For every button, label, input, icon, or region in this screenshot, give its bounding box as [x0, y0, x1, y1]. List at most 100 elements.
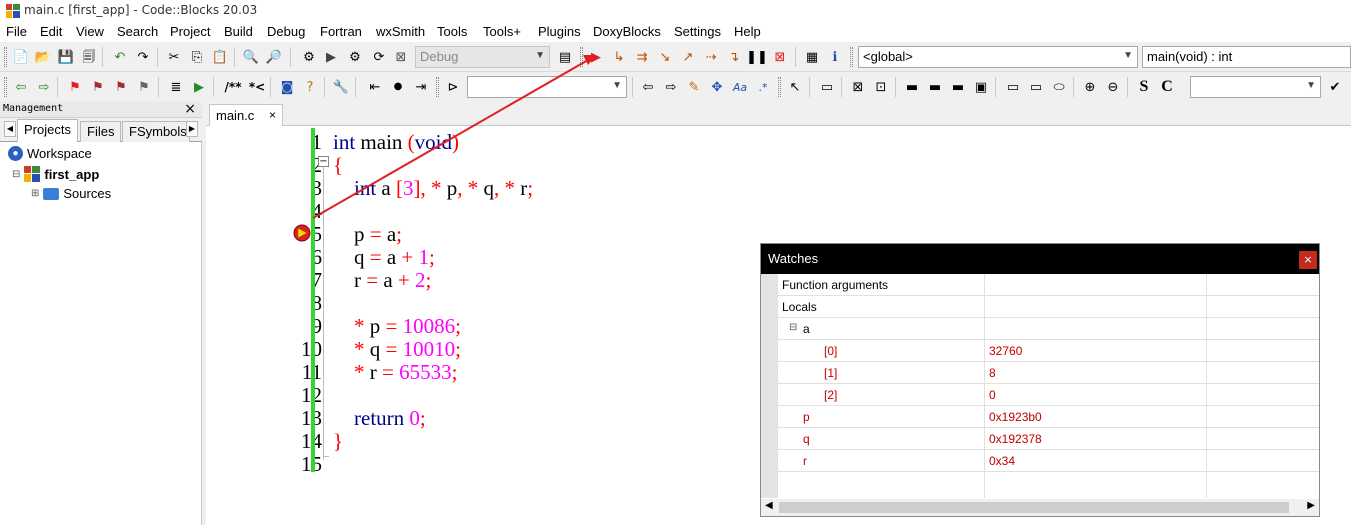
regex-icon[interactable]: .*: [754, 78, 772, 96]
rectangle-icon[interactable]: ▭: [818, 78, 836, 96]
match-case-icon[interactable]: Aa: [731, 78, 749, 96]
stop-debugger-icon[interactable]: ⊠: [771, 48, 789, 66]
pointer-icon[interactable]: ↖: [786, 78, 804, 96]
record-icon[interactable]: ●: [389, 78, 407, 96]
menu-debug[interactable]: Debug: [267, 24, 305, 39]
paste-icon[interactable]: 📋: [211, 48, 229, 66]
debugging-windows-icon[interactable]: ▦: [803, 48, 821, 66]
copy-icon[interactable]: ⎘: [188, 48, 206, 66]
breakpoint-arrow-icon[interactable]: [292, 223, 312, 243]
run-icon[interactable]: ▶: [322, 48, 340, 66]
tree-workspace[interactable]: ● Workspace: [8, 146, 92, 161]
zoom-out-icon[interactable]: ⊖: [1104, 78, 1122, 96]
step-into-icon[interactable]: ↘: [656, 48, 674, 66]
menu-search[interactable]: Search: [117, 24, 158, 39]
clear-bookmarks-icon[interactable]: ⚑: [135, 78, 153, 96]
run-doxywizard-icon[interactable]: ▶: [190, 78, 208, 96]
incremental-search-icon[interactable]: ⊳: [444, 78, 462, 96]
doxy-comment-block-button[interactable]: /**: [221, 78, 245, 96]
toolbar-grip[interactable]: [778, 77, 781, 97]
box-icon[interactable]: ▣: [972, 78, 990, 96]
scope-select[interactable]: <global> ▼: [858, 46, 1138, 68]
save-icon[interactable]: 💾: [57, 48, 75, 66]
build-target-select[interactable]: Debug ▼: [415, 46, 550, 68]
scroll-left-icon[interactable]: ◀: [765, 500, 773, 511]
c-icon[interactable]: C: [1158, 78, 1176, 96]
search-next-icon[interactable]: ⇨: [662, 78, 680, 96]
step-out-icon[interactable]: ↗: [679, 48, 697, 66]
align-icon[interactable]: ▬: [903, 78, 921, 96]
toolbar-grip[interactable]: [436, 77, 439, 97]
tab-fsymbols[interactable]: FSymbols: [122, 121, 190, 142]
highlight-icon[interactable]: ✎: [685, 78, 703, 96]
open-folder-icon[interactable]: 📂: [34, 48, 52, 66]
secondary-combo[interactable]: ▼: [1190, 76, 1321, 98]
tab-files[interactable]: Files: [80, 121, 122, 142]
watch-row[interactable]: Function arguments: [761, 274, 1319, 296]
check-icon[interactable]: ✔: [1326, 78, 1344, 96]
watch-row[interactable]: ⊟Locals: [761, 296, 1319, 318]
menu-tools[interactable]: Tools: [437, 24, 467, 39]
next-change-icon[interactable]: ⇥: [412, 78, 430, 96]
align-center-icon[interactable]: ▬: [926, 78, 944, 96]
extract-docs-icon[interactable]: ◙: [278, 78, 296, 96]
search-combo[interactable]: ▼: [467, 76, 627, 98]
tab-scroll-left-icon[interactable]: ◀: [4, 121, 16, 137]
rebuild-icon[interactable]: ⟳: [370, 48, 388, 66]
collapse-icon[interactable]: ⊟: [789, 318, 797, 340]
scrollbar-thumb[interactable]: [779, 502, 1289, 513]
tree-sources-folder[interactable]: ⊞ Sources: [31, 186, 111, 201]
menu-build[interactable]: Build: [224, 24, 253, 39]
toolbar-grip[interactable]: [850, 47, 853, 67]
redo-icon[interactable]: ↷: [134, 48, 152, 66]
menu-doxyblocks[interactable]: DoxyBlocks: [593, 24, 661, 39]
close-icon[interactable]: ×: [269, 108, 276, 122]
selected-text-only-icon[interactable]: ✥: [708, 78, 726, 96]
next-line-icon[interactable]: ⇉: [633, 48, 651, 66]
function-select[interactable]: main(void) : int: [1142, 46, 1351, 68]
menu-wxsmith[interactable]: wxSmith: [376, 24, 425, 39]
align-bottom-icon[interactable]: ▬: [949, 78, 967, 96]
zoom-in-icon[interactable]: ⊕: [1081, 78, 1099, 96]
toolbar-grip[interactable]: [4, 47, 7, 67]
watch-row[interactable]: [1] 8: [761, 362, 1319, 384]
undo-icon[interactable]: ↶: [111, 48, 129, 66]
replace-icon[interactable]: 🔎: [265, 48, 283, 66]
step-into-instruction-icon[interactable]: ↴: [725, 48, 743, 66]
watch-row[interactable]: q 0x192378: [761, 428, 1319, 450]
watches-header[interactable]: Watches: [761, 244, 1319, 274]
watch-row[interactable]: r 0x34: [761, 450, 1319, 472]
debug-continue-icon[interactable]: ▶: [587, 48, 605, 66]
toolbar-grip[interactable]: [4, 77, 7, 97]
shape-round-icon[interactable]: ▭: [1027, 78, 1045, 96]
abort-icon[interactable]: ⊠: [392, 48, 410, 66]
editor-tab-main-c[interactable]: main.c ×: [209, 104, 283, 127]
jump-back-icon[interactable]: ⇦: [12, 78, 30, 96]
help-icon[interactable]: ?: [301, 78, 319, 96]
tree-project[interactable]: ⊟ first_app: [12, 166, 99, 182]
wrench-icon[interactable]: 🔧: [332, 78, 350, 96]
toolbar-grip[interactable]: [580, 47, 583, 67]
menu-help[interactable]: Help: [734, 24, 761, 39]
watch-row[interactable]: p 0x1923b0: [761, 406, 1319, 428]
strikethrough-s-icon[interactable]: S: [1135, 78, 1153, 96]
menu-view[interactable]: View: [76, 24, 104, 39]
search-prev-icon[interactable]: ⇦: [639, 78, 657, 96]
menu-settings[interactable]: Settings: [674, 24, 721, 39]
menu-file[interactable]: File: [6, 24, 27, 39]
next-bookmark-icon[interactable]: ⚑: [112, 78, 130, 96]
next-instruction-icon[interactable]: ⇢: [702, 48, 720, 66]
toggle-bookmark-icon[interactable]: ⚑: [66, 78, 84, 96]
jump-forward-icon[interactable]: ⇨: [35, 78, 53, 96]
build-gear-icon[interactable]: ⚙: [300, 48, 318, 66]
shape-rect-icon[interactable]: ▭: [1004, 78, 1022, 96]
watch-row[interactable]: [0] 32760: [761, 340, 1319, 362]
tab-scroll-right-icon[interactable]: ▶: [186, 121, 198, 137]
menu-plugins[interactable]: Plugins: [538, 24, 581, 39]
tab-projects[interactable]: Projects: [17, 119, 78, 143]
menu-fortran[interactable]: Fortran: [320, 24, 362, 39]
break-debugger-icon[interactable]: ❚❚: [746, 48, 768, 66]
close-icon[interactable]: ×: [184, 101, 196, 117]
close-icon[interactable]: ×: [1299, 251, 1317, 269]
new-file-icon[interactable]: 📄: [12, 48, 30, 66]
